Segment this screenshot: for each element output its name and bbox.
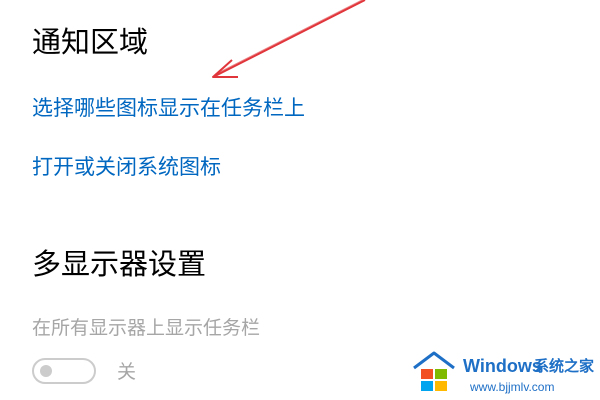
select-taskbar-icons-link[interactable]: 选择哪些图标显示在任务栏上 — [32, 98, 305, 119]
toggle-knob — [40, 365, 52, 377]
annotation-arrow-shaft — [214, 0, 366, 77]
watermark-brand: Windows — [463, 356, 542, 376]
windows-logo-icon — [413, 351, 455, 391]
show-taskbar-all-displays-label: 在所有显示器上显示任务栏 — [32, 317, 261, 339]
watermark: Windows 系统之家 www.bjjmlv.com — [410, 348, 596, 396]
watermark-url: www.bjjmlv.com — [470, 380, 555, 394]
watermark-brand-cn: 系统之家 — [534, 357, 595, 375]
annotation-arrow-head — [212, 59, 238, 78]
annotation-arrow-shaft-shadow — [215, 0, 363, 75]
toggle-state-label: 关 — [117, 361, 137, 383]
toggle-system-icons-link[interactable]: 打开或关闭系统图标 — [32, 157, 221, 178]
notification-area-heading: 通知区域 — [32, 25, 149, 59]
multi-display-heading: 多显示器设置 — [32, 247, 207, 281]
show-taskbar-all-displays-toggle[interactable] — [32, 358, 96, 384]
annotation-arrow — [212, 0, 366, 78]
